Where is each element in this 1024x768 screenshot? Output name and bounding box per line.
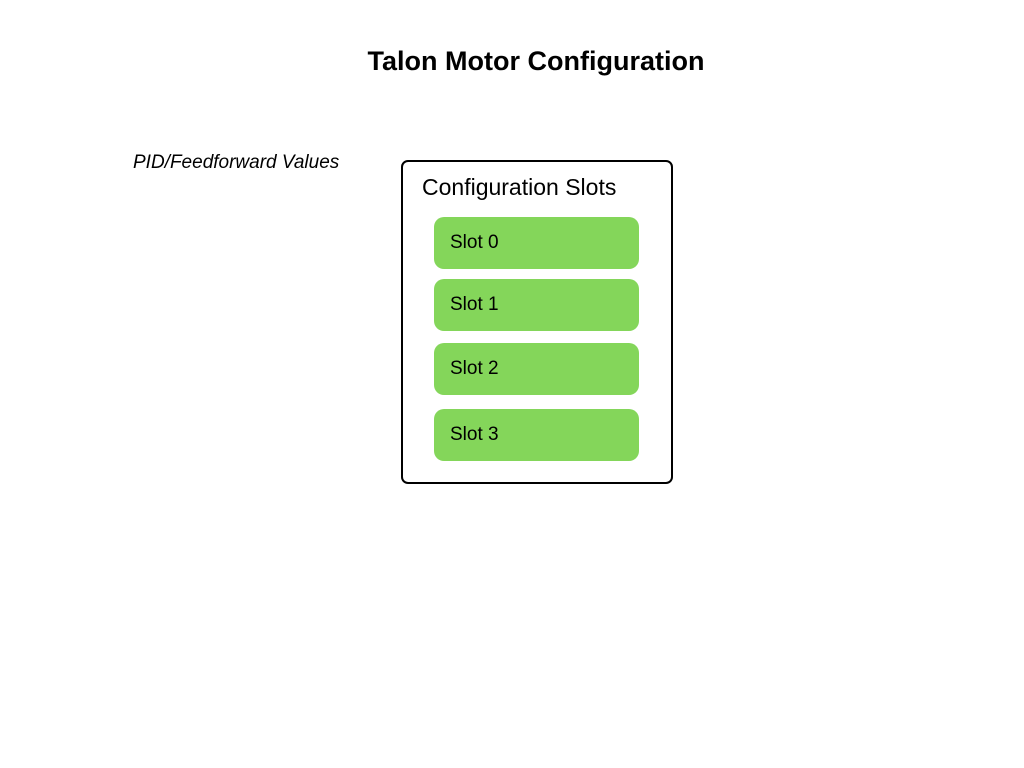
configuration-slots-box: Configuration Slots Slot 0 Slot 1 Slot 2… xyxy=(401,160,673,484)
slot-2[interactable]: Slot 2 xyxy=(434,343,639,395)
slot-3[interactable]: Slot 3 xyxy=(434,409,639,461)
slot-1[interactable]: Slot 1 xyxy=(434,279,639,331)
pid-feedforward-label: PID/Feedforward Values xyxy=(133,152,340,173)
slot-0[interactable]: Slot 0 xyxy=(434,217,639,269)
configuration-slots-title: Configuration Slots xyxy=(422,174,617,200)
page-title: Talon Motor Configuration xyxy=(367,46,705,76)
